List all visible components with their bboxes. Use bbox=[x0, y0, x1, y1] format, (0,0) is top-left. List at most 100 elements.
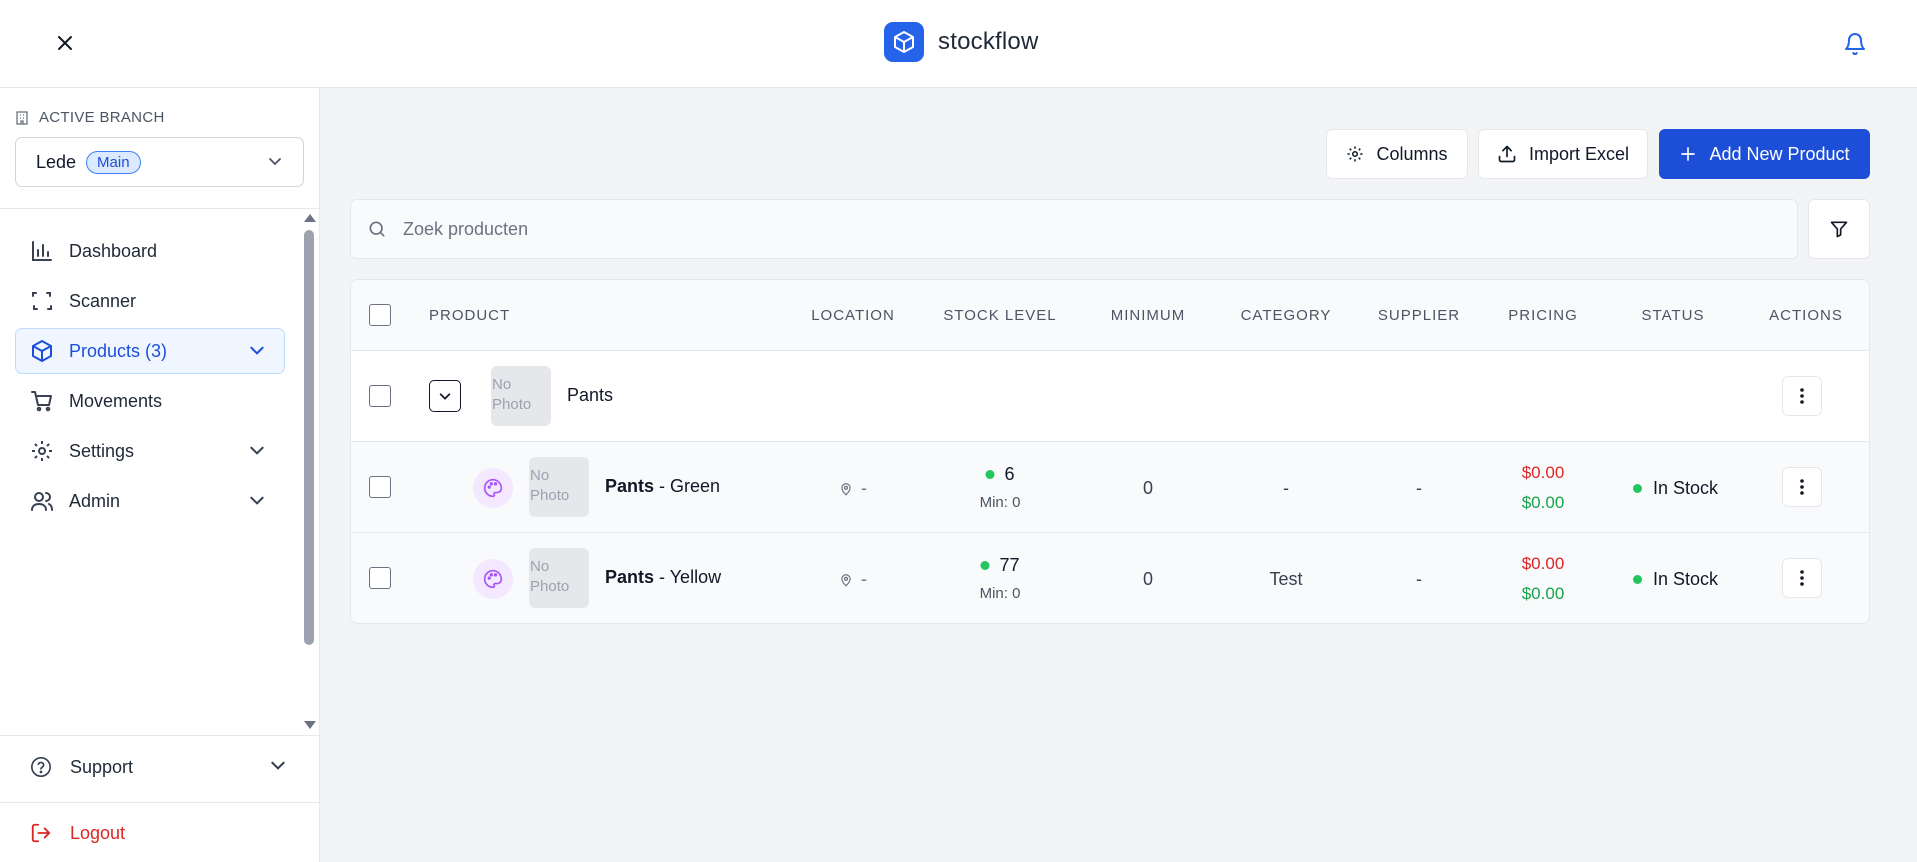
no-photo-line2: Photo bbox=[530, 487, 570, 504]
logout-button[interactable]: Logout bbox=[15, 810, 305, 856]
no-photo-placeholder: No Photo bbox=[491, 366, 551, 426]
close-icon[interactable] bbox=[50, 28, 80, 58]
more-vertical-icon bbox=[1800, 388, 1804, 404]
sidebar-item-dashboard[interactable]: Dashboard bbox=[15, 228, 285, 274]
stock-min: Min: 0 bbox=[979, 585, 1021, 602]
sidebar-item-label: Products (3) bbox=[69, 340, 168, 361]
chevron-down-icon bbox=[269, 158, 281, 166]
price-sale: $0.00 bbox=[1521, 493, 1565, 512]
upload-icon bbox=[1498, 145, 1516, 163]
location-cell: - bbox=[839, 569, 867, 590]
stock-level: 6 bbox=[985, 464, 1015, 485]
scroll-up-arrow[interactable] bbox=[304, 214, 316, 222]
status-dot bbox=[1633, 484, 1642, 493]
header-supplier: SUPPLIER bbox=[1377, 307, 1461, 324]
filter-button[interactable] bbox=[1808, 199, 1870, 259]
palette-icon bbox=[473, 468, 513, 508]
divider bbox=[0, 735, 319, 736]
table-header: PRODUCT LOCATION STOCK LEVEL MINIMUM CAT… bbox=[351, 280, 1869, 351]
help-circle-icon bbox=[29, 755, 53, 779]
product-name: Pants - Yellow bbox=[605, 567, 721, 588]
sidebar-item-support[interactable]: Support bbox=[15, 744, 305, 790]
category-cell: - bbox=[1283, 478, 1289, 498]
sidebar-item-products[interactable]: Products (3) bbox=[15, 328, 285, 374]
row-checkbox[interactable] bbox=[369, 385, 391, 407]
stock-status-dot bbox=[985, 470, 995, 479]
select-all-checkbox[interactable] bbox=[369, 304, 391, 326]
product-variant: - Yellow bbox=[654, 567, 722, 587]
header-location: LOCATION bbox=[811, 307, 895, 324]
filter-icon bbox=[1830, 221, 1848, 238]
no-photo-placeholder: No Photo bbox=[529, 548, 589, 608]
bell-icon[interactable] bbox=[1841, 30, 1869, 58]
scroll-down-arrow[interactable] bbox=[304, 721, 316, 729]
table-row[interactable]: No Photo Pants - Green - 6 Min: 0 0 - - … bbox=[351, 442, 1869, 533]
status-badge: In Stock bbox=[1633, 478, 1718, 499]
sidebar-item-movements[interactable]: Movements bbox=[15, 378, 285, 424]
users-icon bbox=[30, 489, 54, 513]
branch-select[interactable]: Lede Main bbox=[15, 137, 304, 187]
category-cell: Test bbox=[1269, 569, 1303, 589]
status-label: In Stock bbox=[1653, 478, 1719, 498]
add-new-product-button[interactable]: Add New Product bbox=[1659, 129, 1870, 179]
sidebar-item-admin[interactable]: Admin bbox=[15, 478, 285, 524]
header-category: CATEGORY bbox=[1240, 307, 1332, 324]
row-checkbox[interactable] bbox=[369, 567, 391, 589]
supplier-cell: - bbox=[1416, 478, 1422, 498]
no-photo-line2: Photo bbox=[530, 578, 570, 595]
palette-icon bbox=[473, 559, 513, 599]
more-vertical-icon bbox=[1800, 570, 1804, 586]
sidebar: ACTIVE BRANCH Lede Main Dashboard Scanne… bbox=[0, 88, 320, 862]
bar-chart-icon bbox=[30, 239, 54, 263]
product-variant: - Green bbox=[654, 476, 721, 496]
table-row-group[interactable]: No Photo Pants bbox=[351, 351, 1869, 442]
more-vertical-icon bbox=[1800, 479, 1804, 495]
header-pricing: PRICING bbox=[1508, 307, 1578, 324]
logout-icon bbox=[29, 821, 53, 845]
logout-label: Logout bbox=[70, 822, 126, 843]
divider bbox=[0, 208, 319, 209]
import-excel-button[interactable]: Import Excel bbox=[1478, 129, 1648, 179]
header-product: PRODUCT bbox=[429, 307, 511, 324]
price-sale: $0.00 bbox=[1521, 584, 1565, 603]
location-value: - bbox=[861, 478, 867, 498]
status-dot bbox=[1633, 575, 1642, 584]
row-actions-button[interactable] bbox=[1782, 376, 1822, 416]
search-bar bbox=[350, 199, 1798, 259]
box-icon bbox=[30, 339, 54, 363]
map-pin-icon bbox=[841, 573, 851, 587]
products-table: PRODUCT LOCATION STOCK LEVEL MINIMUM CAT… bbox=[350, 279, 1870, 624]
no-photo-line2: Photo bbox=[492, 396, 532, 413]
location-cell: - bbox=[839, 478, 867, 499]
sidebar-item-label: Settings bbox=[69, 440, 135, 461]
columns-button[interactable]: Columns bbox=[1326, 129, 1468, 179]
row-actions-button[interactable] bbox=[1782, 558, 1822, 598]
header-status: STATUS bbox=[1641, 307, 1705, 324]
header-actions: ACTIONS bbox=[1769, 307, 1843, 324]
chevron-down-icon bbox=[439, 393, 451, 400]
scroll-thumb[interactable] bbox=[304, 230, 314, 645]
chevron-down-icon bbox=[250, 446, 264, 455]
no-photo-placeholder: No Photo bbox=[529, 457, 589, 517]
plus-icon bbox=[1681, 147, 1696, 161]
top-bar: stockflow bbox=[0, 0, 1917, 88]
branch-name: Lede bbox=[36, 151, 77, 172]
row-actions-button[interactable] bbox=[1782, 467, 1822, 507]
sidebar-item-settings[interactable]: Settings bbox=[15, 428, 285, 474]
expand-toggle[interactable] bbox=[429, 380, 461, 412]
sidebar-item-scanner[interactable]: Scanner bbox=[15, 278, 285, 324]
stock-min: Min: 0 bbox=[979, 494, 1021, 511]
no-photo-line1: No bbox=[492, 376, 512, 393]
search-input[interactable] bbox=[403, 218, 1703, 240]
stock-value: 6 bbox=[1004, 464, 1015, 484]
table-row[interactable]: No Photo Pants - Yellow - 77 Min: 0 0 Te… bbox=[351, 533, 1869, 623]
row-checkbox[interactable] bbox=[369, 476, 391, 498]
chevron-down-icon bbox=[250, 346, 264, 355]
product-name: Pants - Green bbox=[605, 476, 720, 497]
sidebar-item-label: Scanner bbox=[69, 290, 137, 311]
no-photo-line1: No bbox=[530, 558, 550, 575]
sidebar-scrollbar[interactable] bbox=[300, 210, 318, 730]
price-cost: $0.00 bbox=[1521, 554, 1565, 573]
product-base-name: Pants bbox=[605, 476, 655, 496]
chevron-down-icon bbox=[271, 761, 285, 770]
